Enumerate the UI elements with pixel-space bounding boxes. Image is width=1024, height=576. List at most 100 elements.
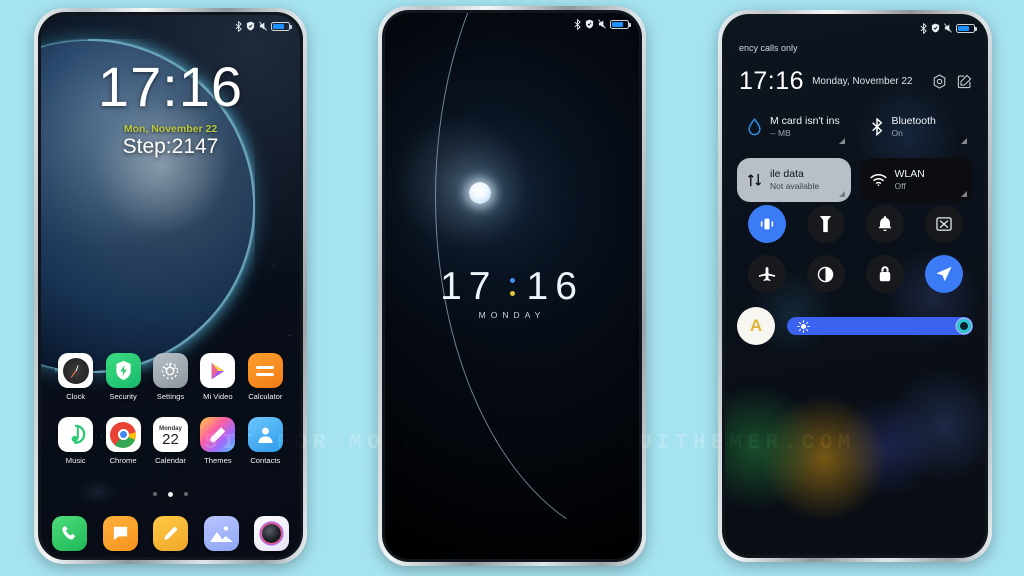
colon-dot-top	[509, 278, 515, 283]
phone2-hours: 17	[440, 265, 498, 308]
tile-subtitle: -- MB	[770, 128, 791, 139]
music-app-icon	[58, 417, 94, 452]
brightness-slider-handle[interactable]	[957, 319, 971, 333]
app-label: Calculator	[248, 392, 283, 401]
security-shield-icon	[931, 23, 940, 33]
vibrate-icon	[760, 218, 773, 230]
battery-icon	[610, 19, 631, 29]
phone3-screen[interactable]: ency calls only 17:16 Monday, November 2…	[725, 17, 985, 555]
bluetooth-icon	[235, 20, 242, 32]
vibrate-toggle[interactable]	[747, 205, 786, 243]
app-contacts[interactable]: Contacts	[242, 417, 289, 465]
app-security[interactable]: Security	[99, 353, 146, 401]
control-center-header: 17:16 Monday, November 22	[739, 67, 973, 96]
mute-icon	[598, 19, 606, 29]
location-toggle[interactable]	[924, 255, 963, 293]
moon-icon	[469, 182, 491, 204]
app-themes[interactable]: Themes	[194, 417, 241, 465]
flashlight-icon	[819, 216, 832, 233]
tile-subtitle: Off	[894, 181, 906, 192]
screenshot-toggle[interactable]	[924, 205, 963, 243]
phone1-clock: 17:16	[97, 55, 244, 118]
tile-expand-corner[interactable]	[961, 138, 967, 144]
app-label: Themes	[204, 456, 232, 465]
tile-subtitle: On	[891, 128, 903, 139]
phone1-status-bar	[41, 15, 300, 37]
app-label: Contacts	[250, 456, 281, 465]
phone3-date: Monday, November 22	[812, 76, 913, 87]
brightness-row: A	[737, 307, 973, 345]
security-shield-icon	[585, 19, 594, 29]
security-app-icon	[105, 353, 141, 388]
phone2-clock: 17 16	[385, 265, 639, 309]
battery-icon	[956, 23, 977, 33]
ringer-toggle[interactable]	[865, 205, 904, 243]
phone1-screen[interactable]: 17:16 Mon, November 22 Step:2147 Clock S…	[41, 15, 300, 557]
tile-expand-corner[interactable]	[838, 138, 845, 144]
page-dot[interactable]	[184, 492, 188, 496]
tile-subtitle: Not available	[770, 181, 820, 192]
app-clock[interactable]: Clock	[52, 353, 99, 401]
lock-icon	[879, 266, 890, 282]
notes-app-icon[interactable]	[153, 516, 188, 551]
camera-app-icon[interactable]	[254, 516, 289, 551]
app-label: Mi Video	[203, 392, 233, 401]
tile-title: ile data	[770, 168, 804, 181]
messages-app-icon[interactable]	[102, 516, 138, 551]
bluetooth-icon	[574, 18, 581, 30]
edit-icon[interactable]	[956, 73, 973, 90]
app-label: Music	[65, 456, 86, 465]
app-label: Settings	[156, 392, 185, 401]
page-dot[interactable]	[153, 492, 157, 496]
dock	[52, 516, 289, 551]
tile-expand-corner[interactable]	[961, 191, 967, 197]
phone-device-2: 17 16 MONDAY	[378, 6, 646, 566]
flashlight-toggle[interactable]	[806, 205, 845, 243]
tile-title: Bluetooth	[891, 115, 936, 128]
screenshot-icon	[935, 217, 952, 231]
app-grid: Clock Security Settings Mi Video Calcula…	[52, 353, 289, 465]
mute-icon	[259, 21, 267, 31]
app-mi-video[interactable]: Mi Video	[194, 353, 241, 401]
airplane-toggle[interactable]	[747, 255, 786, 293]
settings-gear-icon[interactable]	[931, 73, 948, 90]
lock-toggle[interactable]	[865, 255, 904, 293]
mi-video-app-icon	[200, 353, 236, 388]
auto-brightness-button[interactable]: A	[737, 307, 775, 345]
colon-dot-bottom	[509, 291, 515, 296]
phone2-weekday: MONDAY	[478, 310, 546, 320]
app-chrome[interactable]: Chrome	[99, 417, 146, 465]
tile-sim-data[interactable]: M card isn't ins -- MB	[737, 105, 851, 149]
app-calculator[interactable]: Calculator	[242, 353, 289, 401]
app-settings[interactable]: Settings	[147, 353, 194, 401]
darkmode-toggle[interactable]	[806, 255, 845, 293]
clock-app-icon	[58, 353, 94, 388]
phone-app-icon[interactable]	[52, 516, 87, 551]
sun-icon	[797, 319, 810, 333]
brightness-slider[interactable]	[787, 317, 973, 335]
app-label: Calendar	[155, 456, 186, 465]
tile-wlan[interactable]: WLAN Off	[859, 158, 973, 202]
chrome-app-icon	[105, 417, 141, 452]
tile-mobile-data[interactable]: ile data Not available	[737, 158, 851, 202]
calendar-day-number: 22	[162, 430, 179, 448]
tile-bluetooth[interactable]: Bluetooth On	[860, 105, 974, 149]
calendar-app-icon: Monday 22	[152, 417, 188, 452]
tile-title: WLAN	[894, 168, 925, 181]
phone2-status-bar	[385, 13, 639, 35]
page-dot-active[interactable]	[168, 492, 173, 497]
calculator-app-icon	[247, 353, 283, 388]
phone3-status-bar	[725, 17, 985, 39]
contrast-icon	[817, 266, 834, 282]
app-label: Chrome	[109, 456, 137, 465]
gallery-app-icon[interactable]	[203, 516, 239, 551]
app-music[interactable]: Music	[52, 417, 99, 465]
phone2-bezel: 17 16 MONDAY	[382, 10, 642, 562]
phone2-screen[interactable]: 17 16 MONDAY	[385, 13, 639, 559]
tile-expand-corner[interactable]	[838, 191, 845, 197]
contacts-app-icon	[247, 417, 283, 452]
settings-app-icon	[152, 353, 188, 388]
phone2-minutes: 16	[526, 265, 584, 308]
quick-tiles: M card isn't ins -- MB Bluetooth On ile …	[737, 105, 973, 202]
app-calendar[interactable]: Monday 22 Calendar	[147, 417, 194, 465]
